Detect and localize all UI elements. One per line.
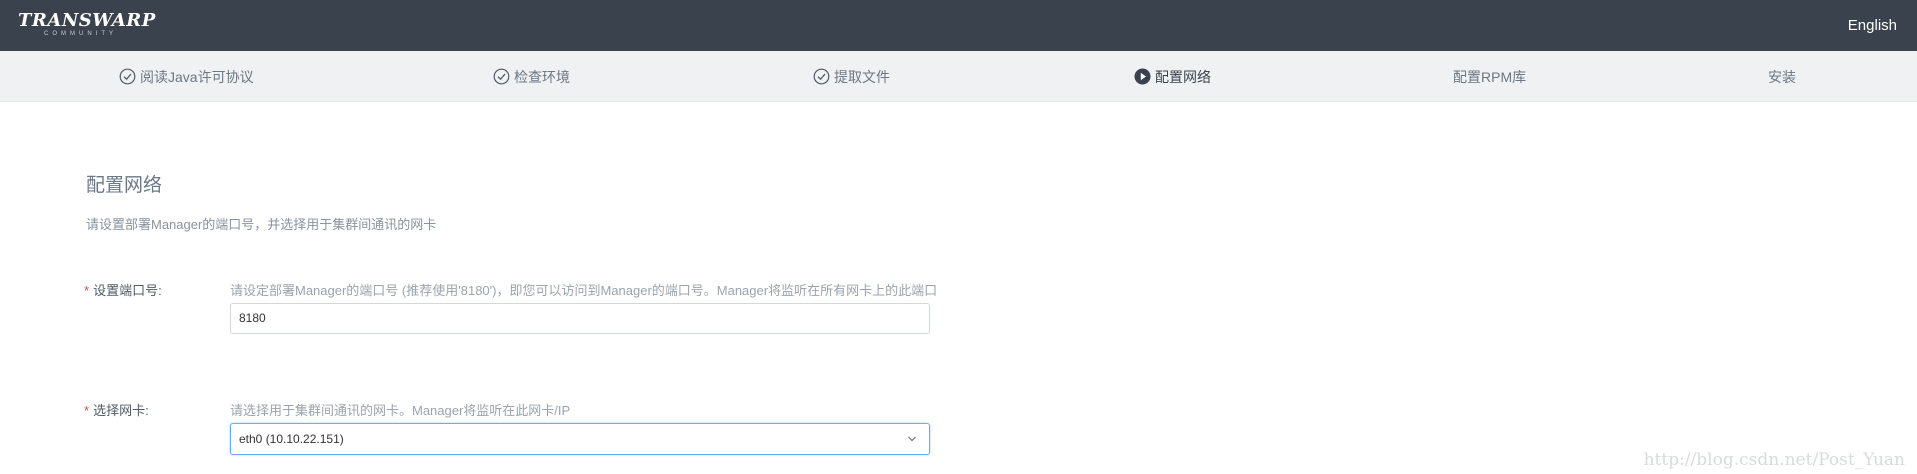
check-circle-icon — [119, 68, 136, 85]
step-install: 安装 — [1768, 51, 1796, 102]
logo-text: TRANSWARP — [18, 10, 156, 31]
page-title: 配置网络 — [86, 175, 163, 196]
step-label: 检查环境 — [514, 68, 570, 85]
port-label: * 设置端口号: — [84, 280, 162, 299]
step-label: 安装 — [1768, 68, 1796, 85]
check-circle-icon — [493, 68, 510, 85]
step-label: 提取文件 — [834, 68, 890, 85]
required-mark: * — [84, 403, 90, 418]
logo-subtext: COMMUNITY — [44, 31, 117, 37]
step-config-rpm: 配置RPM库 — [1453, 51, 1526, 102]
port-hint: 请设定部署Manager的端口号 (推荐使用'8180')，即您可以访问到Man… — [230, 283, 938, 298]
top-bar: TRANSWARP COMMUNITY English — [0, 0, 1917, 51]
play-circle-icon — [1134, 68, 1151, 85]
watermark: http://blog.csdn.net/Post_Yuan — [1643, 450, 1905, 470]
step-java-license: 阅读Java许可协议 — [119, 51, 254, 102]
transwarp-logo[interactable]: TRANSWARP COMMUNITY — [18, 10, 156, 42]
step-extract-files: 提取文件 — [813, 51, 890, 102]
nic-label-text: 选择网卡: — [93, 403, 149, 418]
port-label-text: 设置端口号: — [93, 283, 162, 298]
page-subtitle: 请设置部署Manager的端口号，并选择用于集群间通讯的网卡 — [86, 217, 437, 232]
nic-select-value: eth0 (10.10.22.151) — [239, 432, 344, 446]
step-progress-bar: 阅读Java许可协议 检查环境 提取文件 配置网络 配置RPM库 安装 — [0, 51, 1917, 102]
required-mark: * — [84, 283, 90, 298]
step-label: 配置网络 — [1155, 68, 1211, 85]
step-label: 配置RPM库 — [1453, 68, 1527, 85]
chevron-down-icon — [908, 436, 916, 442]
nic-select[interactable]: eth0 (10.10.22.151) — [230, 423, 930, 455]
step-check-env: 检查环境 — [493, 51, 570, 102]
check-circle-icon — [813, 68, 830, 85]
port-input[interactable]: 8180 — [230, 303, 930, 334]
port-input-value: 8180 — [239, 311, 266, 325]
main-content: 配置网络 请设置部署Manager的端口号，并选择用于集群间通讯的网卡 * 设置端… — [0, 102, 1917, 474]
step-label: 阅读Java许可协议 — [140, 68, 254, 85]
nic-hint: 请选择用于集群间通讯的网卡。Manager将监听在此网卡/IP — [230, 403, 571, 418]
step-config-network: 配置网络 — [1134, 51, 1211, 102]
language-switch[interactable]: English — [1848, 17, 1897, 34]
nic-label: * 选择网卡: — [84, 400, 149, 419]
